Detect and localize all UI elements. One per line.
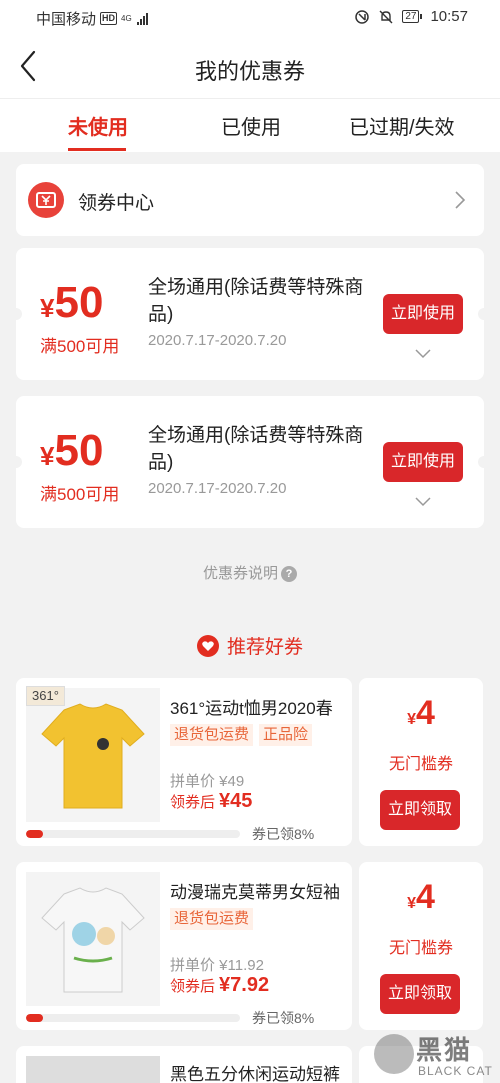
signal-icon: [137, 12, 149, 25]
watermark-brand: 黑猫: [416, 1035, 473, 1065]
voucher-label: 无门槛券: [388, 756, 453, 773]
coupon-amount: ¥50: [40, 426, 104, 475]
brand-tag: 361°: [26, 686, 65, 706]
nfc-icon: [355, 9, 370, 24]
after-coupon-price: 领券后 ¥7.92: [170, 974, 270, 996]
coupon-card: ¥50 满500可用 全场通用(除话费等特殊商品) 2020.7.17-2020…: [10, 396, 490, 528]
claim-now-button[interactable]: 立即领取: [380, 790, 460, 830]
clock: 10:57: [430, 8, 468, 25]
product-card[interactable]: 动漫瑞克莫蒂男女短袖 退货包运费 拼单价 ¥11.92 领券后 ¥7.92 券已领…: [16, 862, 352, 1030]
tab-unused[interactable]: 未使用: [68, 111, 128, 140]
product-card[interactable]: 361° 361°运动t恤男2020春 退货包运费 正品险 拼单价 ¥49 领券…: [16, 678, 352, 846]
hd-icon: HD: [100, 12, 118, 25]
coupon-card: ¥50 满500可用 全场通用(除话费等特殊商品) 2020.7.17-2020…: [10, 248, 490, 380]
help-icon: ?: [281, 566, 297, 583]
coupon-amount: ¥50: [40, 278, 104, 327]
group-price: 拼单价 ¥49: [170, 773, 245, 790]
nav-bar: 我的优惠券: [0, 34, 500, 98]
coupon-condition: 满500可用: [40, 485, 120, 504]
claim-progress-bar: [26, 1014, 240, 1022]
claim-progress-bar: [26, 830, 240, 838]
use-now-button[interactable]: 立即使用: [383, 442, 463, 482]
product-image: [26, 872, 160, 1006]
coupon-condition: 满500可用: [40, 337, 120, 356]
watermark-sub: BLACK CAT: [418, 1064, 493, 1078]
coupon-description-link[interactable]: 优惠券说明?: [0, 562, 500, 583]
status-left: 中国移动 HD 4G: [36, 8, 149, 29]
voucher-amount: ¥4: [407, 694, 435, 732]
product-image: [26, 1056, 160, 1083]
chevron-right-icon: [455, 191, 466, 209]
claim-progress-text: 券已领8%: [252, 1010, 315, 1026]
coupon-date: 2020.7.17-2020.7.20: [148, 332, 287, 349]
recommend-title: 推荐好券: [226, 637, 303, 658]
badge-free-return: 退货包运费: [170, 724, 254, 746]
product-badges: 退货包运费: [170, 908, 254, 930]
watermark-logo: 黑猫 BLACK CAT: [374, 1030, 500, 1083]
coupon-center-label: 领券中心: [78, 193, 155, 214]
product-image: [26, 688, 160, 822]
coupon-center-entry[interactable]: 领券中心: [16, 164, 484, 236]
recommend-header: 推荐好券: [0, 632, 500, 659]
page-title: 我的优惠券: [194, 59, 305, 84]
status-right: 27 10:57: [354, 8, 468, 25]
product-title: 黑色五分休闲运动短裤: [170, 1065, 340, 1083]
use-now-button[interactable]: 立即使用: [383, 294, 463, 334]
carrier-name: 中国移动: [36, 11, 97, 28]
cat-icon: [374, 1034, 414, 1074]
chevron-down-icon[interactable]: [414, 496, 432, 508]
claim-progress-text: 券已领8%: [252, 826, 315, 842]
battery-level: 27: [402, 10, 420, 23]
badge-free-return: 退货包运费: [170, 908, 254, 930]
coupon-date: 2020.7.17-2020.7.20: [148, 480, 287, 497]
voucher-card: ¥4 无门槛券 立即领取: [359, 862, 483, 1030]
badge-authentic-insurance: 正品险: [259, 724, 313, 746]
active-tab-indicator: [68, 148, 126, 151]
status-bar: 中国移动 HD 4G 27 10:57: [0, 0, 500, 34]
chevron-down-icon[interactable]: [414, 348, 432, 360]
coupon-title: 全场通用(除话费等特殊商品): [148, 425, 364, 473]
tab-used[interactable]: 已使用: [221, 111, 281, 140]
voucher-amount: ¥4: [407, 878, 435, 916]
coupon-title: 全场通用(除话费等特殊商品): [148, 277, 364, 325]
after-coupon-price: 领券后 ¥45: [170, 790, 253, 812]
tab-bar: 未使用 已使用 已过期/失效: [0, 98, 500, 152]
product-title: 动漫瑞克莫蒂男女短袖: [170, 883, 340, 902]
coupon-description-label: 优惠券说明: [202, 565, 278, 582]
heart-icon: [196, 634, 219, 657]
group-price: 拼单价 ¥11.92: [170, 957, 264, 974]
mute-bell-icon: [379, 10, 393, 23]
network-type: 4G: [121, 14, 132, 23]
voucher-card: ¥4 无门槛券 立即领取: [359, 678, 483, 846]
tab-expired[interactable]: 已过期/失效: [349, 111, 455, 140]
voucher-label: 无门槛券: [388, 940, 453, 957]
coupon-center-icon: [28, 182, 64, 218]
product-badges: 退货包运费 正品险: [170, 724, 313, 746]
product-title: 361°运动t恤男2020春: [170, 699, 333, 718]
battery-icon: 27: [402, 10, 423, 23]
product-card[interactable]: 黑色五分休闲运动短裤: [16, 1046, 352, 1083]
claim-now-button[interactable]: 立即领取: [380, 974, 460, 1014]
